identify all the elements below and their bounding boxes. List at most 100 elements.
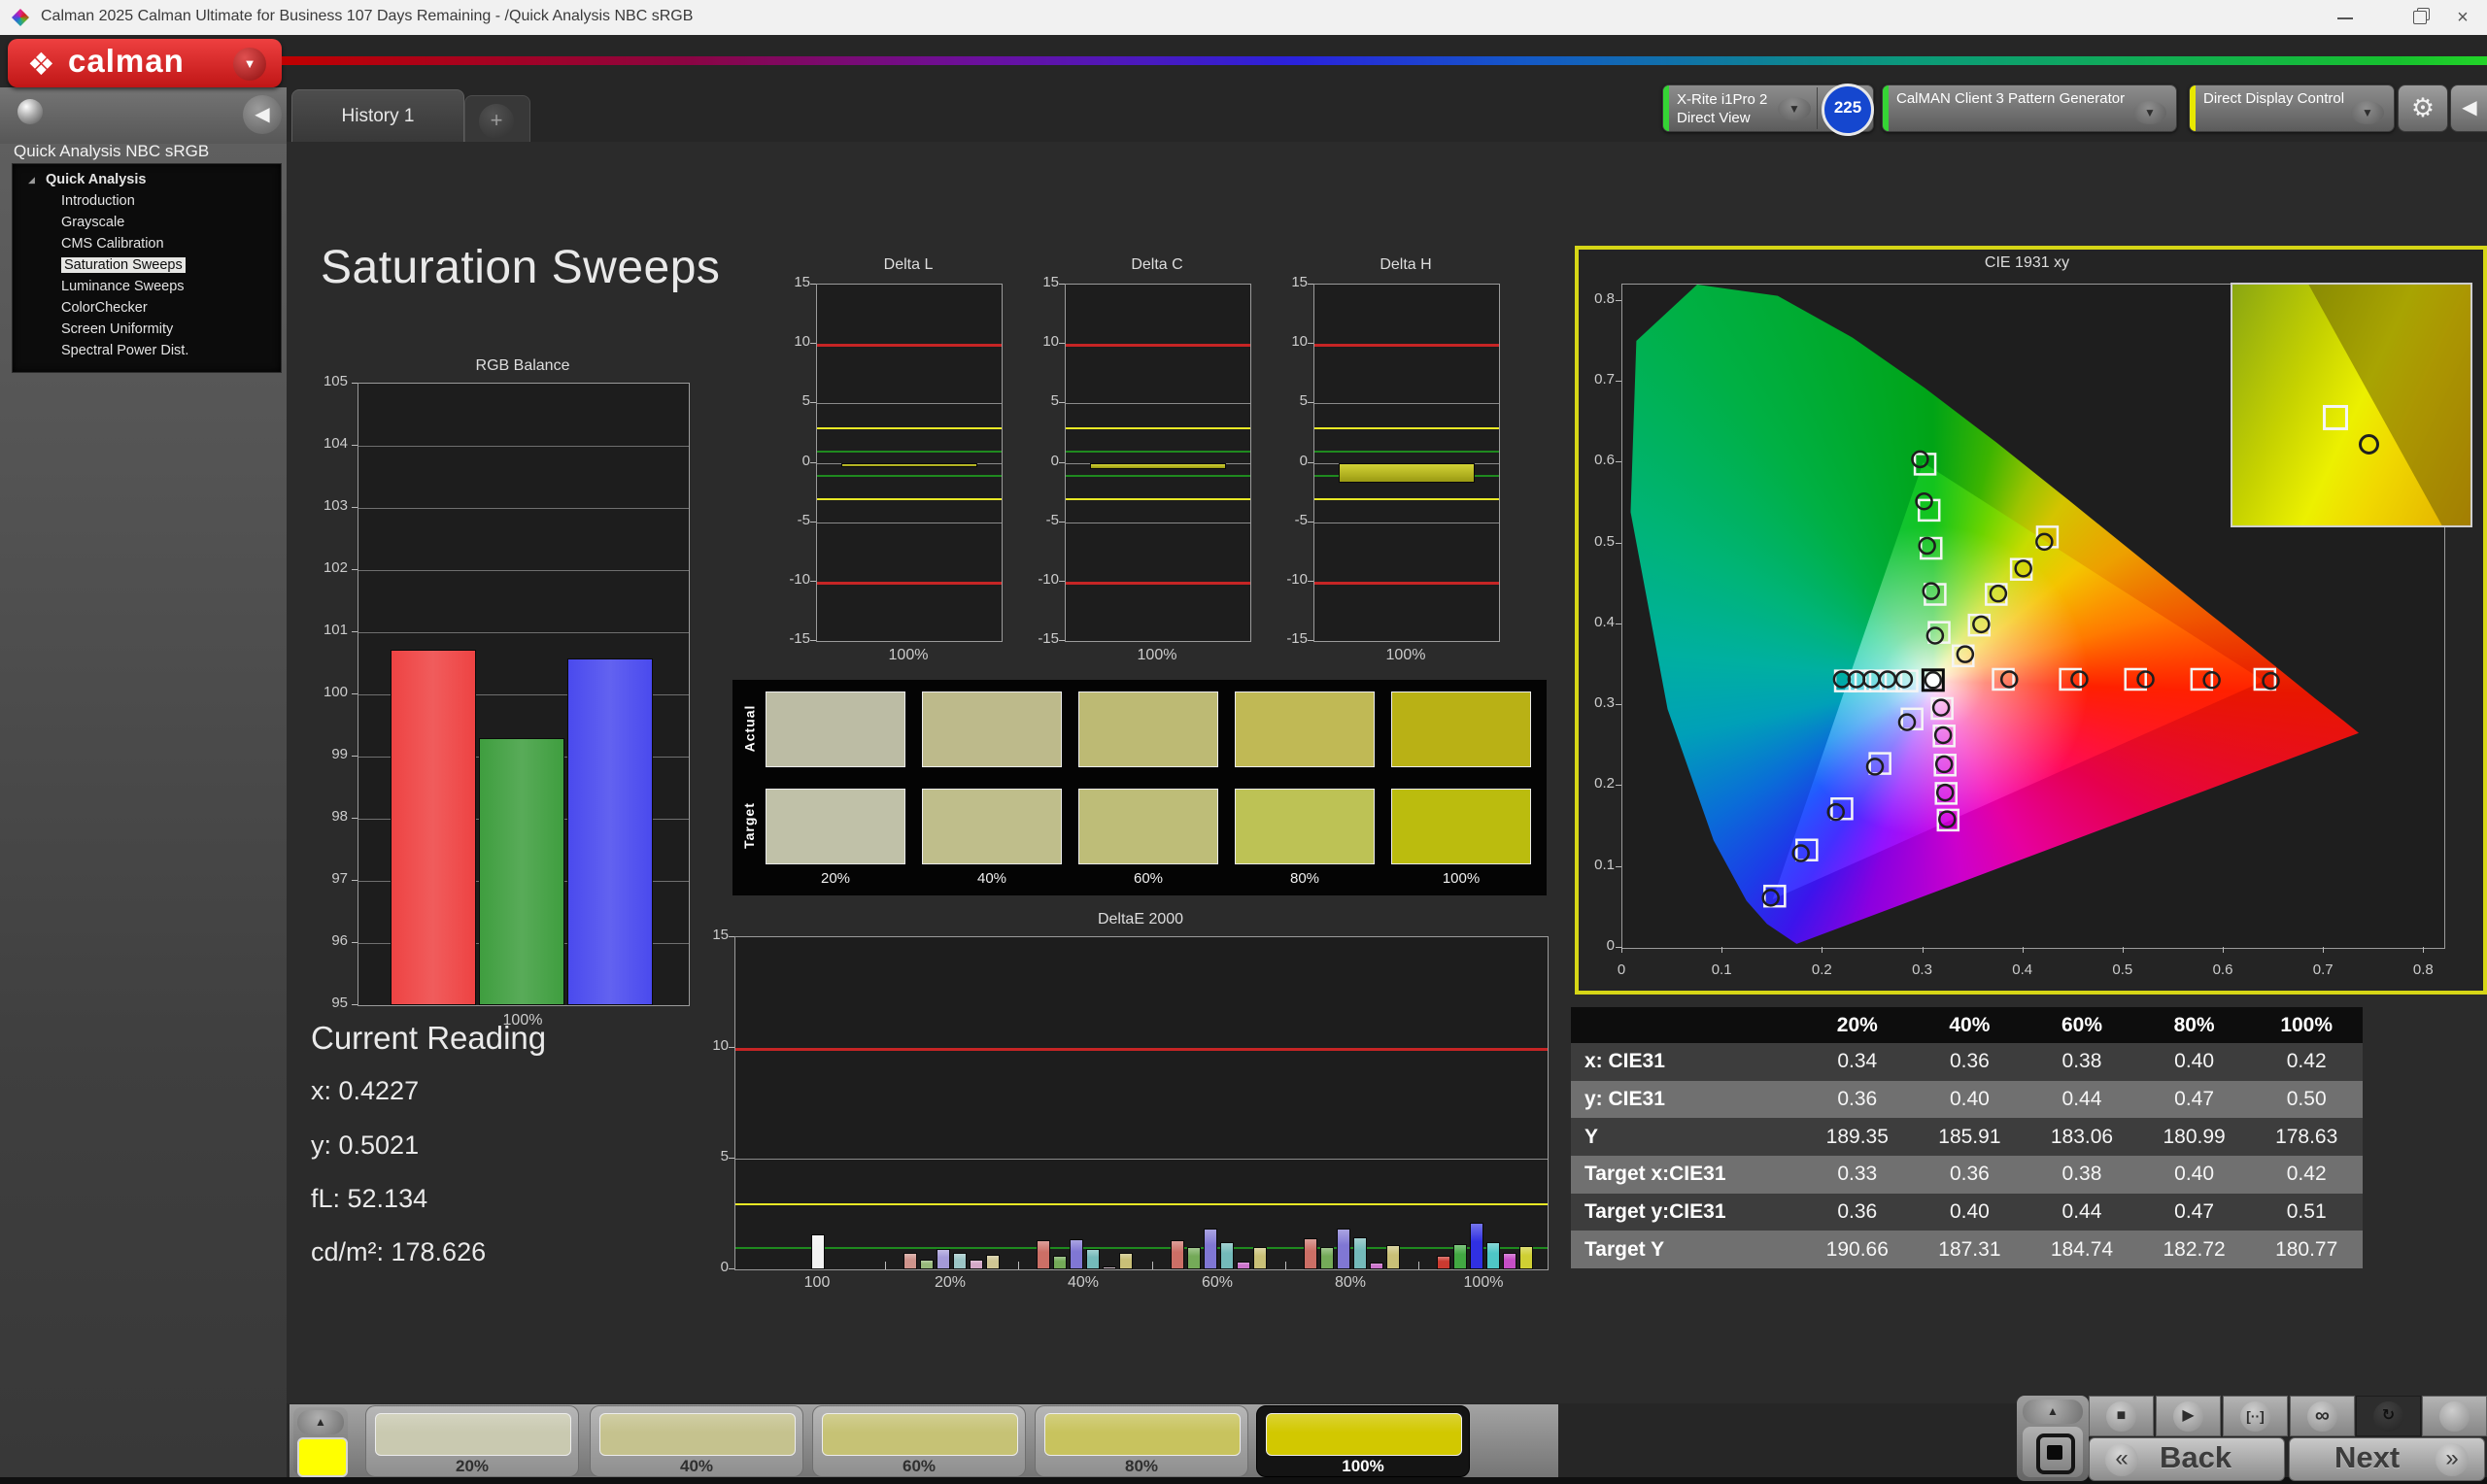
pattern-bar-expand-button[interactable]: ▲ [297,1410,344,1434]
cie-x-tick-label: 0.7 [2312,961,2334,978]
y-axis-tick [352,1004,358,1005]
meter-status-stripe [1663,85,1669,131]
meter-count-badge[interactable]: 225 [1822,84,1874,136]
green-bar [479,737,564,1005]
pattern-button-100%[interactable]: 100% [1256,1405,1470,1477]
x-axis-tick [885,1262,886,1269]
y-axis-label: -10 [1286,570,1308,588]
cie-y-tick [1616,542,1621,544]
pattern-button-80%[interactable]: 80% [1035,1405,1248,1477]
stop-button[interactable]: ■ [2089,1396,2154,1436]
pattern-button-40%[interactable]: 40% [590,1405,803,1477]
actual-swatch-20% [766,691,905,767]
transport-expand-button[interactable]: ▲ [2023,1400,2083,1424]
y-axis-tick [729,1268,734,1269]
cie-x-tick-label: 0.2 [1811,961,1832,978]
pattern-window-button[interactable] [2023,1427,2083,1477]
deltae-bar [1069,1239,1083,1269]
add-tab-button[interactable]: + [464,95,530,143]
deltae-bar [1052,1256,1067,1269]
deltae-bar [1085,1249,1100,1269]
plus-icon: + [479,104,514,139]
table-row: Target x:CIE31 0.33 0.36 0.38 0.40 0.42 [1571,1156,2363,1194]
cie-y-tick-label: 0.2 [1594,775,1615,793]
cie-zoom-inset [2231,283,2472,527]
cell-value: 0.40 [2174,1163,2215,1186]
tree-item-screen-uniformity[interactable]: Screen Uniformity [13,319,281,340]
deltae-title: DeltaE 2000 [1097,911,1184,928]
tab-history-1[interactable]: History 1 [291,89,464,143]
table-row: Target Y 190.66 187.31 184.74 182.72 180.77 [1571,1231,2363,1268]
tree-root-quick-analysis[interactable]: ◢ Quick Analysis [13,169,281,190]
measured-circle-red [1999,670,2019,689]
inset-target-square [2323,405,2349,430]
meter-dropdown-arrow-icon[interactable]: ▼ [1778,97,1811,120]
y-axis-tick [352,818,358,819]
current-reading-cdm2: cd/m²: 178.626 [311,1237,487,1266]
deltae-bar [1469,1223,1483,1269]
tree-item-label: Saturation Sweeps [61,257,186,273]
pattern-swatch [1266,1413,1462,1456]
y-axis-tick [352,693,358,694]
delta-bar [841,462,977,467]
tree-item-introduction[interactable]: Introduction [13,190,281,212]
y-axis-label: 15 [794,274,810,290]
display-control-dropdown[interactable]: Direct Display Control ▼ [2189,84,2395,132]
y-axis-tick [810,521,816,523]
cell-value: 189.35 [1825,1125,1889,1148]
play-button[interactable]: ▶ [2156,1396,2221,1436]
read-series-button[interactable]: [··] [2223,1396,2288,1436]
cie-x-tick [1922,947,1924,953]
delta-l-chart [816,284,1003,642]
tree-item-colorchecker[interactable]: ColorChecker [13,297,281,319]
settings-gear-button[interactable]: ⚙ [2398,84,2448,132]
pattern-button-20%[interactable]: 20% [365,1405,579,1477]
sidebar-collapse-button[interactable]: ◀ [243,95,282,134]
app-icon [12,9,29,26]
cell-value: 0.38 [2061,1050,2102,1073]
cell-value: 0.34 [1837,1050,1878,1073]
tree-item-luminance-sweeps[interactable]: Luminance Sweeps [13,276,281,297]
y-axis-tick [352,445,358,446]
target-swatch-60% [1078,789,1218,864]
refresh-button[interactable]: ↻ [2356,1396,2421,1436]
table-header-row: 20% 40% 60% 80% 100% [1571,1007,2363,1043]
limit-line [1066,451,1250,454]
tree-item-grayscale[interactable]: Grayscale [13,212,281,233]
cell-value: 183.06 [2050,1125,2114,1148]
pattern-button-60%[interactable]: 60% [812,1405,1026,1477]
cell-value: 0.40 [2174,1050,2215,1073]
next-button[interactable]: Next » [2289,1437,2485,1481]
white-point-circle [1924,671,1943,690]
back-button[interactable]: « Back [2089,1437,2285,1481]
minimize-button[interactable] [2324,6,2368,29]
capture-button[interactable] [2422,1396,2487,1436]
y-axis-tick [1059,521,1065,523]
panel-collapse-button[interactable]: ◀ [2450,84,2487,132]
cie-x-tick [2122,947,2124,953]
continuous-read-button[interactable]: ∞ [2290,1396,2355,1436]
restore-button[interactable] [2398,6,2442,29]
cie-x-tick [2423,947,2425,953]
cie-x-tick-label: 0.3 [1912,961,1932,978]
close-button[interactable]: × [2440,6,2485,29]
deltae-bar [1518,1246,1533,1269]
tree-item-cms-calibration[interactable]: CMS Calibration [13,233,281,254]
meter-dropdown[interactable]: X-Rite i1Pro 2 Direct View [1677,91,1767,128]
deltae-bar [1186,1247,1201,1269]
quick-color-swatch-button[interactable] [297,1437,348,1477]
calman-menu-button[interactable]: ❖ calman ▼ [8,39,282,87]
cie-x-tick [2323,947,2325,953]
tree-item-spectral-power-dist[interactable]: Spectral Power Dist. [13,340,281,361]
measured-circle-magenta [1935,783,1955,802]
tree-item-saturation-sweeps[interactable]: Saturation Sweeps [13,254,281,276]
pattern-source-dropdown[interactable]: CalMAN Client 3 Pattern Generator ▼ [1882,84,2177,132]
delta-c-title: Delta C [1131,256,1183,273]
stop-icon: ■ [2106,1401,2136,1432]
rainbow-strip [282,56,2487,65]
deltae-bar [936,1249,950,1269]
cell-value: 178.63 [2275,1125,2338,1148]
deltae-bar [1118,1252,1133,1269]
current-reading-y: y: 0.5021 [311,1130,420,1160]
y-axis-label: 5 [1299,392,1308,410]
